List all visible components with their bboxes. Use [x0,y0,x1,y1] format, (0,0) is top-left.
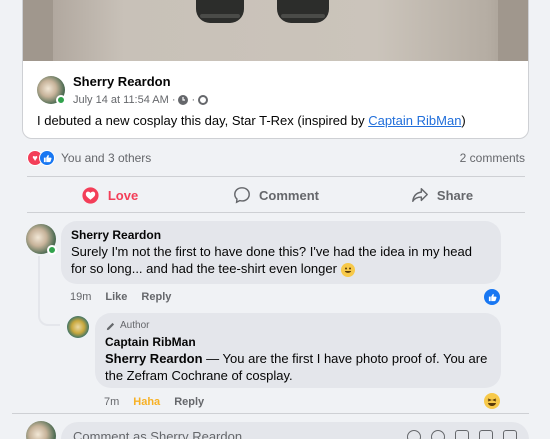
comment-actions: 19m Like Reply [70,291,185,303]
comment-icon [233,186,251,204]
avatar-image [26,421,56,439]
comment-button-label: Comment [259,187,319,203]
boot-left [196,0,244,23]
reactions-text[interactable]: You and 3 others [61,151,151,165]
avatar[interactable] [37,76,66,105]
pencil-icon [106,322,115,330]
reply-link[interactable]: Reply [141,291,171,303]
online-status-icon [47,245,57,255]
post-action-bar: Love Comment Share [27,178,525,212]
gif-icon[interactable] [479,430,493,439]
composer-icons [407,430,517,439]
photo-edge-left [23,0,53,61]
comment-text: Sherry Reardon — You are the first I hav… [105,350,489,384]
love-button-label: Love [107,187,139,203]
author-badge: Author [105,320,489,332]
mention-link[interactable]: Sherry Reardon [105,351,203,366]
thread-connector [38,256,60,326]
comment-input[interactable]: Comment as Sherry Reardon [73,429,242,439]
like-link[interactable]: Like [105,291,127,303]
divider [27,212,525,213]
author-badge-label: Author [120,320,150,331]
globe-icon [198,94,209,105]
comment-time[interactable]: 7m [104,396,119,408]
avatar[interactable] [26,421,56,439]
post-timestamp-row: July 14 at 11:54 AM · · [73,93,209,107]
haha-link[interactable]: Haha [133,396,160,408]
comment-time[interactable]: 19m [70,291,91,303]
post-author-meta: Sherry Reardon July 14 at 11:54 AM · · [73,74,209,107]
avatar[interactable] [26,224,57,255]
caption-link-captain-ribman[interactable]: Captain RibMan [368,113,461,128]
comment-text-body: Surely I'm not the first to have done th… [71,244,472,276]
share-button[interactable]: Share [359,178,525,212]
post-timestamp[interactable]: July 14 at 11:54 AM [73,93,169,107]
clock-icon [178,94,189,105]
separator: · [171,93,176,106]
avatar-sticker-icon[interactable] [407,430,421,439]
comment-bubble: Sherry Reardon Surely I'm not the first … [61,221,501,284]
like-reaction-icon[interactable] [484,289,500,305]
post-author-name[interactable]: Sherry Reardon [73,74,208,90]
shared-post-card[interactable]: Sherry Reardon July 14 at 11:54 AM · · I… [22,0,529,139]
reactions-left[interactable]: ♥ You and 3 others [27,150,151,166]
comment-button[interactable]: Comment [193,178,359,212]
post-author-row: Sherry Reardon July 14 at 11:54 AM · · [37,73,209,107]
emoji-icon[interactable] [431,430,445,439]
reaction-icons: ♥ [27,150,55,166]
boot-right [277,0,329,23]
divider [27,176,525,177]
love-button[interactable]: Love [27,178,193,212]
caption-text-end: ) [461,113,466,128]
online-status-icon [56,95,66,105]
heart-icon [82,186,100,204]
reply-link[interactable]: Reply [174,396,204,408]
reactions-summary: ♥ You and 3 others 2 comments [27,148,525,168]
comment-composer[interactable]: Comment as Sherry Reardon [61,422,529,439]
post-caption: I debuted a new cosplay this day, Star T… [37,113,466,129]
divider [12,413,529,414]
comment-author[interactable]: Captain RibMan [105,335,489,349]
comment-text: Surely I'm not the first to have done th… [71,243,489,277]
reply-bubble: Author Captain RibMan Sherry Reardon — Y… [95,313,501,388]
post-photo[interactable] [23,0,528,61]
comment-author[interactable]: Sherry Reardon [71,228,489,242]
photo-edge-right [498,0,528,61]
caption-text: I debuted a new cosplay this day, Star T… [37,113,369,128]
comments-count[interactable]: 2 comments [460,151,525,165]
like-reaction-icon [39,150,55,166]
comment-actions: 7m Haha Reply [104,396,218,408]
avatar[interactable] [67,316,89,338]
share-icon [411,186,429,204]
grinning-emoji-icon [340,262,355,277]
sticker-icon[interactable] [503,430,517,439]
share-button-label: Share [436,187,474,203]
separator: · [191,93,196,106]
camera-icon[interactable] [455,430,469,439]
avatar-image [67,316,89,338]
haha-reaction-icon[interactable] [484,393,500,409]
